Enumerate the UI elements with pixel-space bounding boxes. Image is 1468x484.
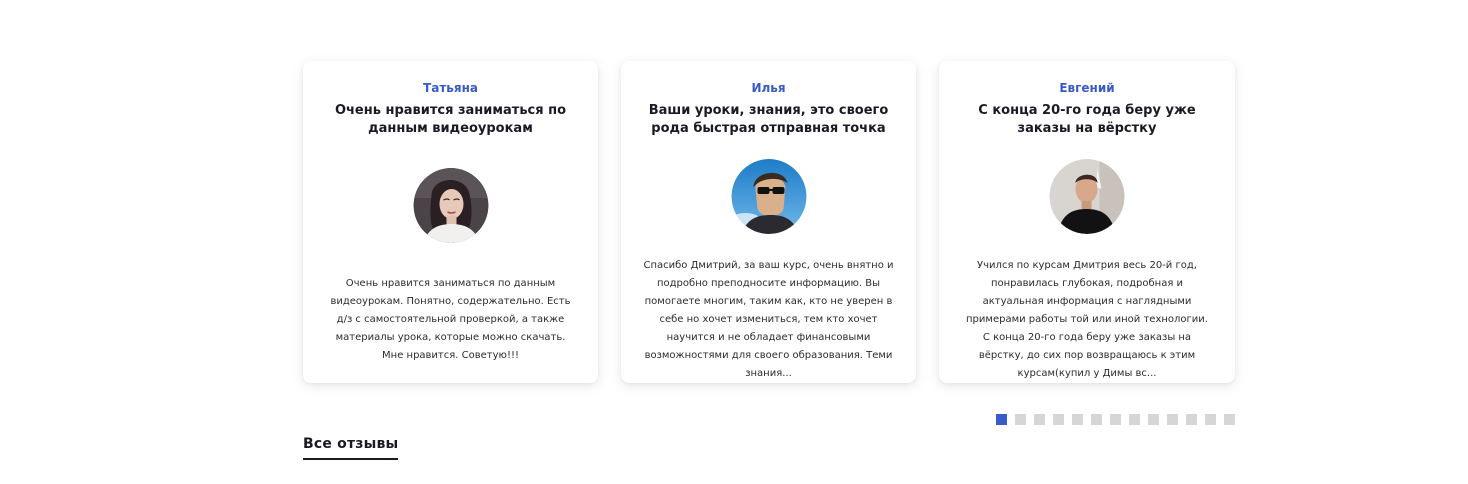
all-reviews-link[interactable]: Все отзывы <box>303 436 399 460</box>
review-text: Учился по курсам Дмитрия весь 20-й год, … <box>966 260 1208 379</box>
review-text: Спасибо Дмитрий, за ваш курс, очень внят… <box>643 260 894 379</box>
avatar <box>413 168 488 243</box>
review-card[interactable]: Илья Ваши уроки, знания, это своего рода… <box>621 61 916 383</box>
review-title: С конца 20-го года беру уже заказы на вё… <box>978 103 1196 136</box>
review-author: Илья <box>751 81 786 95</box>
pagination-dot[interactable] <box>1091 414 1102 425</box>
pagination-dot[interactable] <box>1034 414 1045 425</box>
pagination-dot[interactable] <box>1224 414 1235 425</box>
review-author: Евгений <box>1059 81 1115 95</box>
review-card[interactable]: Евгений С конца 20-го года беру уже зака… <box>939 61 1235 383</box>
pagination-dot[interactable] <box>1205 414 1216 425</box>
pagination-dot[interactable] <box>1148 414 1159 425</box>
pagination-dot-active[interactable] <box>996 414 1007 425</box>
woman-portrait-avatar <box>413 168 488 243</box>
man-portrait-avatar <box>1049 159 1125 234</box>
avatar <box>1049 159 1125 234</box>
pagination-dot[interactable] <box>1186 414 1197 425</box>
review-title: Очень нравится заниматься по данным виде… <box>334 103 567 136</box>
pagination-dot[interactable] <box>1129 414 1140 425</box>
reviews-slider: Татьяна Очень нравится заниматься по дан… <box>303 61 1235 383</box>
pagination-dot[interactable] <box>1167 414 1178 425</box>
slider-pagination <box>996 414 1235 425</box>
review-text: Очень нравится заниматься по данным виде… <box>330 278 571 361</box>
review-title: Ваши уроки, знания, это своего рода быст… <box>648 103 889 136</box>
pagination-dot[interactable] <box>1110 414 1121 425</box>
avatar <box>731 159 806 234</box>
pagination-dot[interactable] <box>1072 414 1083 425</box>
review-card[interactable]: Татьяна Очень нравится заниматься по дан… <box>303 61 598 383</box>
man-sunglasses-avatar <box>731 159 806 234</box>
review-author: Татьяна <box>423 81 478 95</box>
pagination-dot[interactable] <box>1053 414 1064 425</box>
pagination-dot[interactable] <box>1015 414 1026 425</box>
